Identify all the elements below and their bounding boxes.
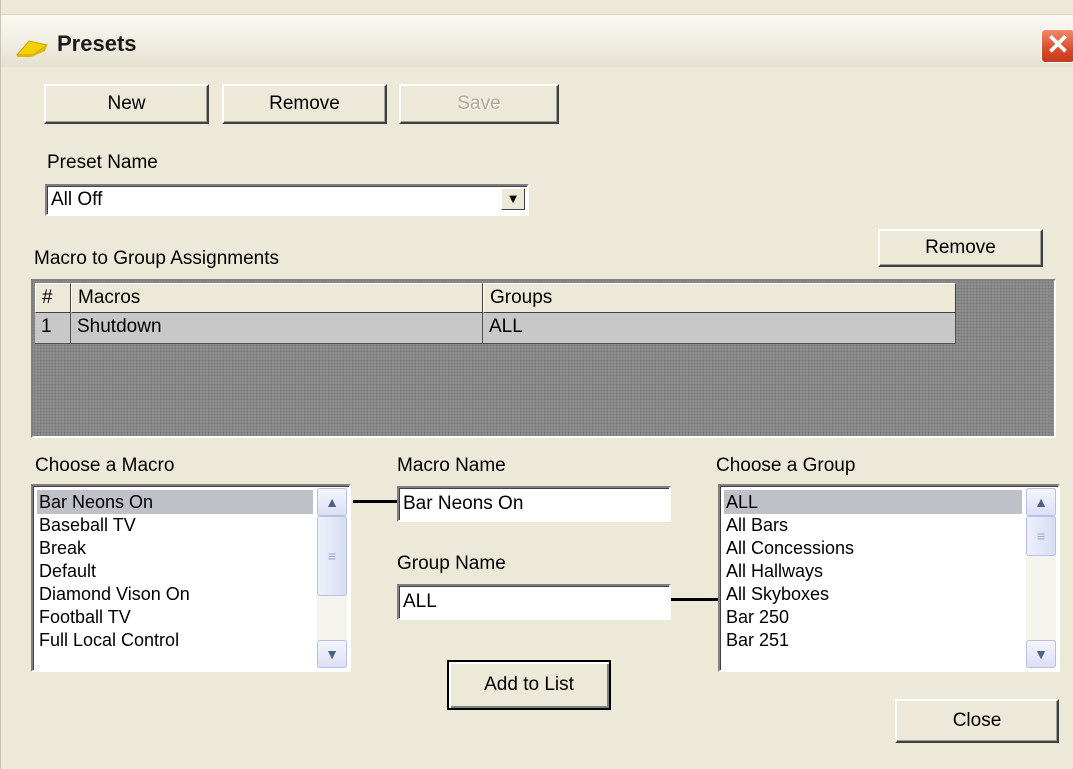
scroll-up-icon[interactable]: ▲ bbox=[317, 488, 347, 516]
scroll-thumb[interactable]: ≡ bbox=[317, 516, 347, 596]
list-item[interactable]: ALL bbox=[724, 490, 1022, 514]
column-header-number[interactable]: # bbox=[35, 283, 71, 313]
list-item[interactable]: Bar 250 bbox=[724, 605, 789, 629]
choose-macro-label: Choose a Macro bbox=[35, 455, 175, 476]
list-item[interactable]: Bar 251 bbox=[724, 628, 789, 652]
column-header-groups[interactable]: Groups bbox=[483, 283, 956, 313]
close-icon: ✕ bbox=[1046, 29, 1070, 60]
column-header-macros[interactable]: Macros bbox=[71, 283, 483, 313]
folder-arrow-icon bbox=[15, 40, 49, 57]
list-item[interactable]: Break bbox=[37, 536, 86, 560]
presets-window: Presets ✕ New Remove Save Preset Name Al… bbox=[0, 0, 1073, 769]
list-item[interactable]: Full Local Control bbox=[37, 628, 179, 652]
group-connector-line bbox=[671, 598, 719, 601]
save-button[interactable]: Save bbox=[399, 84, 559, 124]
remove-preset-button[interactable]: Remove bbox=[222, 84, 387, 124]
assignments-label: Macro to Group Assignments bbox=[34, 248, 279, 269]
preset-name-value: All Off bbox=[51, 189, 103, 210]
list-item[interactable]: Default bbox=[37, 559, 96, 583]
scroll-thumb[interactable]: ≡ bbox=[1026, 516, 1056, 556]
list-item[interactable]: Diamond Vison On bbox=[37, 582, 190, 606]
scroll-up-icon[interactable]: ▲ bbox=[1026, 488, 1056, 516]
list-item[interactable]: All Hallways bbox=[724, 559, 823, 583]
remove-assignment-button[interactable]: Remove bbox=[878, 229, 1043, 267]
macro-scrollbar[interactable]: ▲ ≡ ▼ bbox=[317, 488, 347, 668]
add-to-list-button[interactable]: Add to List bbox=[447, 660, 611, 710]
group-scrollbar[interactable]: ▲ ≡ ▼ bbox=[1026, 488, 1056, 668]
title-bar[interactable]: Presets ✕ bbox=[1, 14, 1073, 67]
macro-listbox[interactable]: Bar Neons On Baseball TV Break Default D… bbox=[31, 484, 351, 672]
group-name-field[interactable]: ALL bbox=[397, 584, 671, 620]
list-item[interactable]: Baseball TV bbox=[37, 513, 136, 537]
grip-icon: ≡ bbox=[327, 548, 337, 564]
preset-name-label: Preset Name bbox=[47, 152, 158, 173]
macro-name-field[interactable]: Bar Neons On bbox=[397, 486, 671, 522]
new-button[interactable]: New bbox=[44, 84, 209, 124]
window-title: Presets bbox=[57, 31, 137, 56]
close-button[interactable]: Close bbox=[895, 699, 1059, 743]
close-window-button[interactable]: ✕ bbox=[1041, 29, 1073, 63]
list-item[interactable]: Bar Neons On bbox=[37, 490, 313, 514]
scroll-down-icon[interactable]: ▼ bbox=[317, 640, 347, 668]
scroll-down-icon[interactable]: ▼ bbox=[1026, 640, 1056, 668]
assignments-grid[interactable]: # Macros Groups 1 Shutdown ALL bbox=[31, 279, 1056, 438]
macro-name-label: Macro Name bbox=[397, 455, 506, 476]
list-item[interactable]: All Bars bbox=[724, 513, 788, 537]
list-item[interactable]: All Concessions bbox=[724, 536, 854, 560]
preset-name-dropdown[interactable]: All Off ▼ bbox=[45, 184, 529, 216]
table-row-group[interactable]: ALL bbox=[483, 313, 956, 344]
macro-connector-line bbox=[353, 500, 399, 503]
group-listbox[interactable]: ALL All Bars All Concessions All Hallway… bbox=[718, 484, 1060, 672]
grip-icon: ≡ bbox=[1036, 528, 1046, 544]
table-row-number[interactable]: 1 bbox=[35, 313, 71, 344]
list-item[interactable]: All Skyboxes bbox=[724, 582, 829, 606]
table-row-macro[interactable]: Shutdown bbox=[71, 313, 483, 344]
group-name-label: Group Name bbox=[397, 553, 506, 574]
chevron-down-icon[interactable]: ▼ bbox=[501, 188, 525, 210]
list-item[interactable]: Football TV bbox=[37, 605, 131, 629]
choose-group-label: Choose a Group bbox=[716, 455, 856, 476]
